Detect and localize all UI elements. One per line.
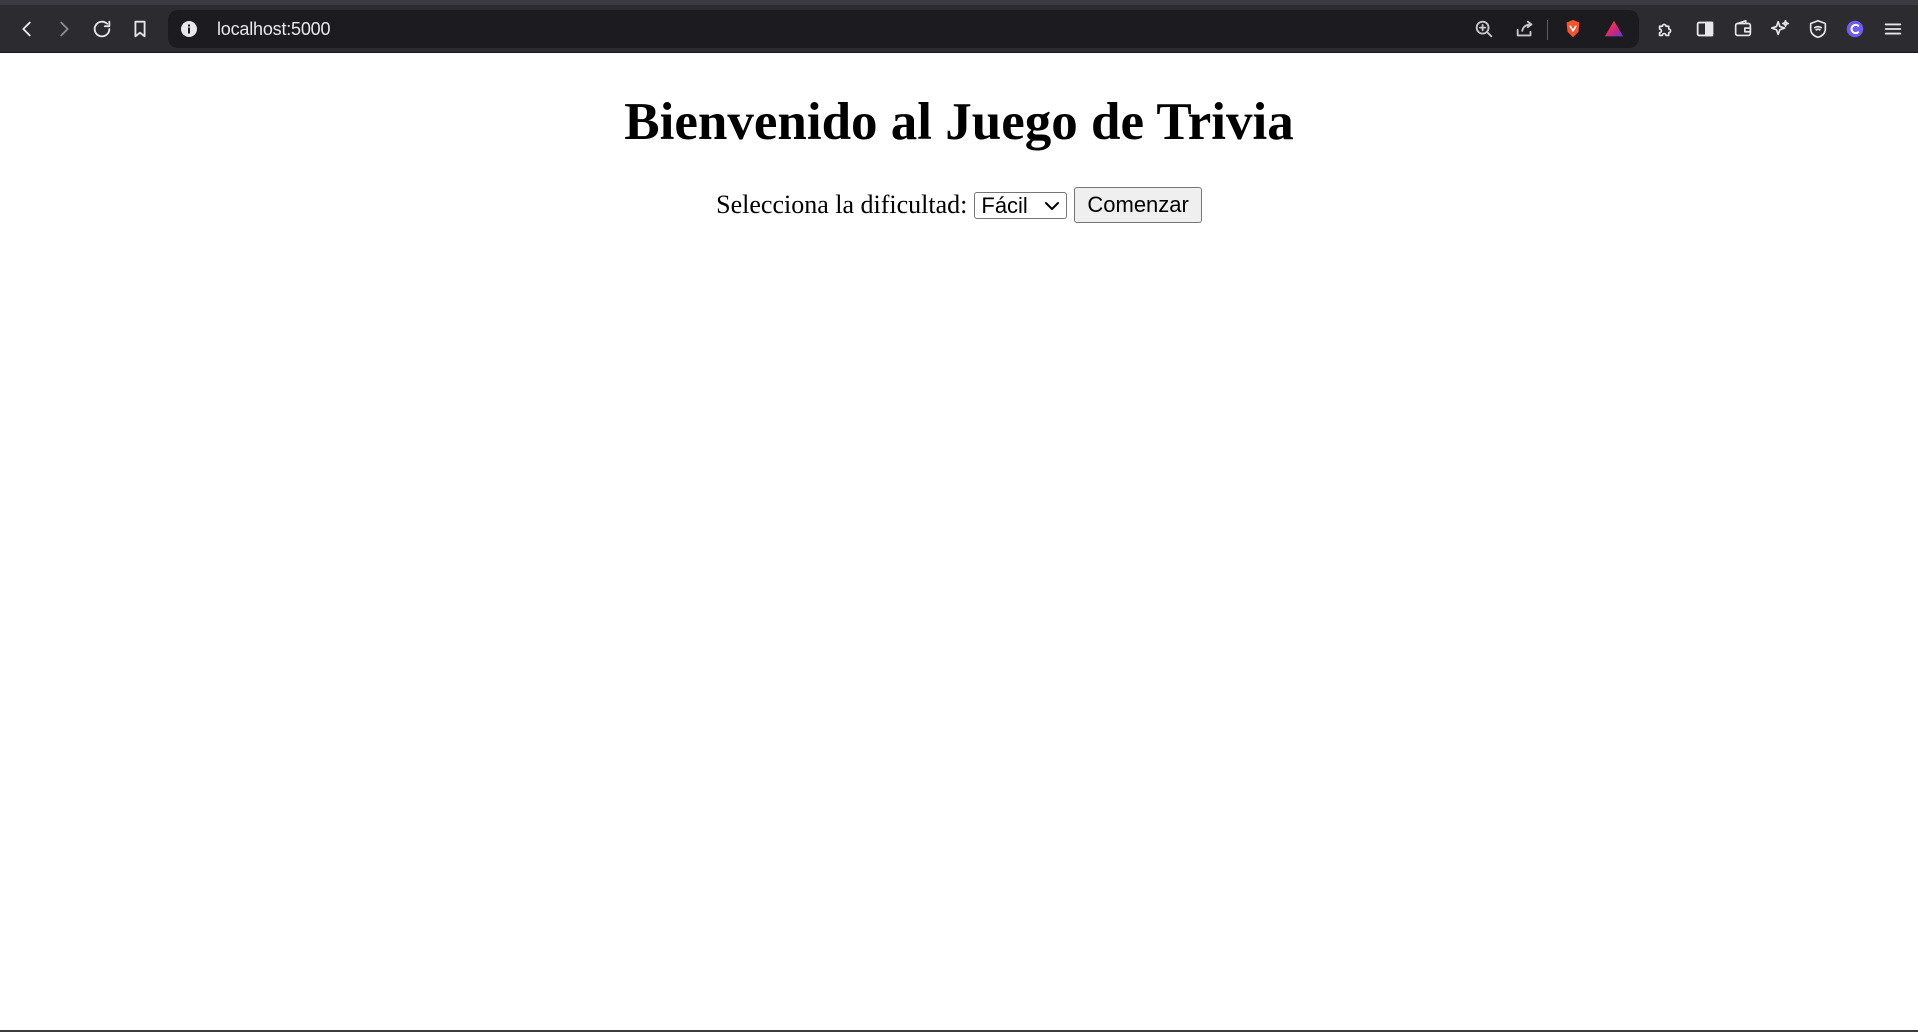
vpn-icon[interactable] — [1800, 11, 1836, 47]
bookmark-icon[interactable] — [122, 11, 158, 47]
brave-shields-icon[interactable] — [1559, 16, 1587, 42]
difficulty-selected-value: Fácil — [981, 192, 1028, 218]
difficulty-select[interactable]: Fácil — [974, 191, 1068, 219]
chevron-down-icon — [1045, 201, 1060, 210]
page-title: Bienvenido al Juego de Trivia — [624, 93, 1294, 151]
wallet-icon[interactable] — [1725, 11, 1761, 47]
url-text[interactable]: localhost:5000 — [217, 19, 330, 40]
back-icon[interactable] — [9, 11, 45, 47]
sidebar-icon[interactable] — [1687, 11, 1723, 47]
difficulty-label: Selecciona la dificultad: — [716, 190, 968, 219]
difficulty-form: Selecciona la dificultad: Fácil Comenzar — [0, 187, 1918, 223]
share-icon[interactable] — [1511, 16, 1539, 42]
urlbar-divider — [1547, 20, 1548, 40]
menu-icon[interactable] — [1875, 11, 1911, 47]
forward-icon[interactable] — [46, 11, 82, 47]
page-content: Bienvenido al Juego de Trivia Selecciona… — [0, 53, 1918, 1030]
start-button[interactable]: Comenzar — [1074, 187, 1202, 223]
address-bar[interactable]: localhost:5000 — [168, 10, 1639, 48]
zoom-icon[interactable] — [1470, 16, 1498, 42]
profile-icon[interactable] — [1837, 11, 1873, 47]
reload-icon[interactable] — [84, 11, 120, 47]
extensions-icon[interactable] — [1648, 11, 1684, 47]
info-icon[interactable] — [180, 20, 198, 38]
browser-toolbar: localhost:5000 — [0, 0, 1918, 53]
leo-ai-icon[interactable] — [1762, 11, 1798, 47]
brave-rewards-icon[interactable] — [1600, 16, 1628, 42]
